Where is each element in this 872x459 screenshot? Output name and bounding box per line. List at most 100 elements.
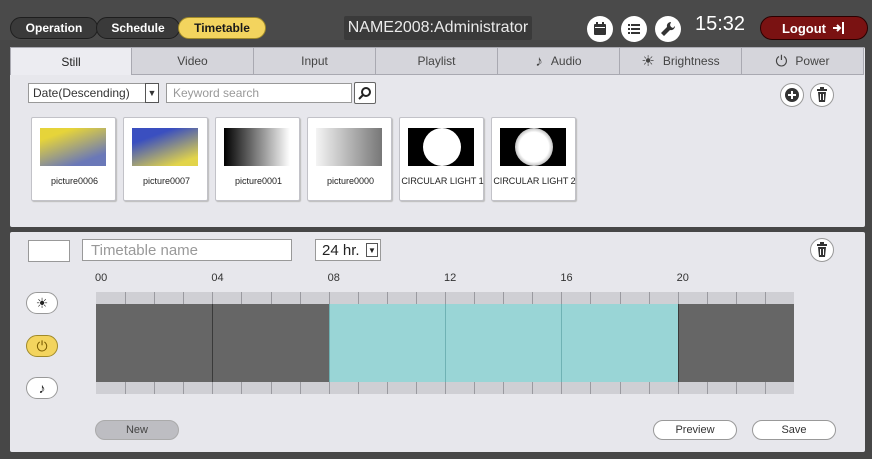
timeline-divider [561, 304, 563, 382]
ruler-tick [154, 382, 156, 394]
ruler-tick [386, 292, 388, 304]
ruler-tick [328, 292, 330, 304]
ruler-tick [561, 292, 563, 304]
power-icon: ⏻ [36, 337, 48, 354]
add-media-button[interactable] [780, 83, 804, 107]
trash-icon [817, 87, 827, 102]
clock-time: 15:32 [695, 13, 746, 35]
thumbnail-label: picture0001 [234, 176, 283, 186]
media-thumbnail[interactable]: picture0000 [307, 117, 392, 201]
preview-button[interactable]: Preview [653, 420, 737, 440]
mode-operation-button[interactable]: Operation [10, 17, 98, 39]
media-thumbnail[interactable]: picture0001 [215, 117, 300, 201]
hours-select[interactable]: 24 hr. ▼ [315, 239, 381, 261]
thumbnail-image [500, 128, 566, 166]
ruler-tick [764, 292, 766, 304]
top-bar: Operation Schedule Timetable NAME2008:Ad… [0, 0, 872, 42]
app-window: Operation Schedule Timetable NAME2008:Ad… [0, 0, 872, 459]
tab-label: Input [301, 54, 328, 68]
ruler-tick [677, 292, 679, 304]
tab-power[interactable]: ⏻ Power [742, 47, 864, 75]
thumbnail-image [40, 128, 106, 166]
logout-button[interactable]: Logout [760, 16, 868, 40]
timeline-ruler-bottom [96, 382, 794, 394]
hour-label: 12 [444, 272, 457, 284]
ruler-tick [357, 292, 359, 304]
ruler-tick [212, 382, 214, 394]
media-thumbnail[interactable]: CIRCULAR LIGHT 2 [491, 117, 576, 201]
timeline-divider [677, 304, 679, 382]
search-button[interactable] [354, 82, 376, 104]
ruler-tick [125, 292, 127, 304]
thumbnail-label: picture0007 [142, 176, 191, 186]
ruler-tick [183, 292, 185, 304]
ruler-tick [212, 292, 214, 304]
ruler-tick [735, 292, 737, 304]
power-layer-button[interactable]: ⏻ [26, 335, 58, 357]
tab-label: Power [795, 54, 830, 68]
mode-switcher: Operation Schedule Timetable [10, 17, 266, 39]
tab-input[interactable]: Input [254, 47, 376, 75]
ruler-tick [590, 382, 592, 394]
music-note-icon: ♪ [535, 52, 543, 70]
save-button[interactable]: Save [752, 420, 836, 440]
tab-brightness[interactable]: ☀ Brightness [620, 47, 742, 75]
timeline-segment-off[interactable] [677, 304, 794, 382]
media-thumbnail[interactable]: picture0006 [31, 117, 116, 201]
ruler-tick [386, 382, 388, 394]
thumbnail-label: CIRCULAR LIGHT 2 [493, 176, 576, 186]
timetable-color-swatch[interactable] [28, 240, 70, 262]
search-icon [358, 87, 371, 100]
chevron-down-icon: ▼ [366, 243, 378, 257]
logout-icon [833, 22, 845, 34]
logout-label: Logout [781, 20, 827, 36]
tab-video[interactable]: Video [132, 47, 254, 75]
media-thumbnail[interactable]: CIRCULAR LIGHT 1 [399, 117, 484, 201]
timetable-name-input[interactable]: Timetable name [82, 239, 292, 261]
timeline-divider [328, 304, 330, 382]
hour-label: 20 [676, 272, 689, 284]
ruler-tick [735, 382, 737, 394]
ruler-tick [648, 292, 650, 304]
tab-label: Video [177, 54, 208, 68]
timeline-divider [212, 304, 214, 382]
page-title: NAME2008:Administrator [344, 16, 532, 40]
media-library-panel: Still Video Input Playlist ♪ Audio ☀ Brightness… [10, 47, 865, 227]
ruler-tick [241, 382, 243, 394]
tab-audio[interactable]: ♪ Audio [498, 47, 620, 75]
ruler-tick [270, 292, 272, 304]
delete-timetable-button[interactable] [810, 238, 834, 262]
sun-layer-button[interactable]: ☀ [26, 292, 58, 314]
tab-still[interactable]: Still [10, 47, 132, 75]
media-thumbnail[interactable]: picture0007 [123, 117, 208, 201]
mode-schedule-button[interactable]: Schedule [96, 17, 180, 39]
hour-label: 00 [95, 272, 108, 284]
timeline-ruler-top [96, 292, 794, 304]
music-note-layer-button[interactable]: ♪ [26, 377, 58, 399]
ruler-tick [561, 382, 563, 394]
ruler-tick [474, 382, 476, 394]
thumbnail-label: picture0006 [50, 176, 99, 186]
sort-select[interactable]: Date(Descending) ▼ [28, 83, 159, 103]
timeline-segment-on[interactable] [328, 304, 678, 382]
thumbnail-label: picture0000 [326, 176, 375, 186]
calendar-icon[interactable] [587, 16, 613, 42]
list-icon[interactable] [621, 16, 647, 42]
ruler-tick [241, 292, 243, 304]
ruler-tick [183, 382, 185, 394]
ruler-tick [125, 382, 127, 394]
mode-timetable-button[interactable]: Timetable [178, 17, 266, 39]
keyword-search-input[interactable]: Keyword search [166, 83, 352, 103]
ruler-tick [590, 292, 592, 304]
ruler-tick [270, 382, 272, 394]
delete-media-button[interactable] [810, 83, 834, 107]
hours-select-value: 24 hr. [322, 241, 360, 259]
thumbnail-image [132, 128, 198, 166]
ruler-tick [503, 382, 505, 394]
ruler-tick [474, 292, 476, 304]
new-button[interactable]: New [95, 420, 179, 440]
wrench-icon[interactable] [655, 16, 681, 42]
tab-label: Playlist [417, 54, 456, 68]
tab-playlist[interactable]: Playlist [376, 47, 498, 75]
thumbnail-image [408, 128, 474, 166]
